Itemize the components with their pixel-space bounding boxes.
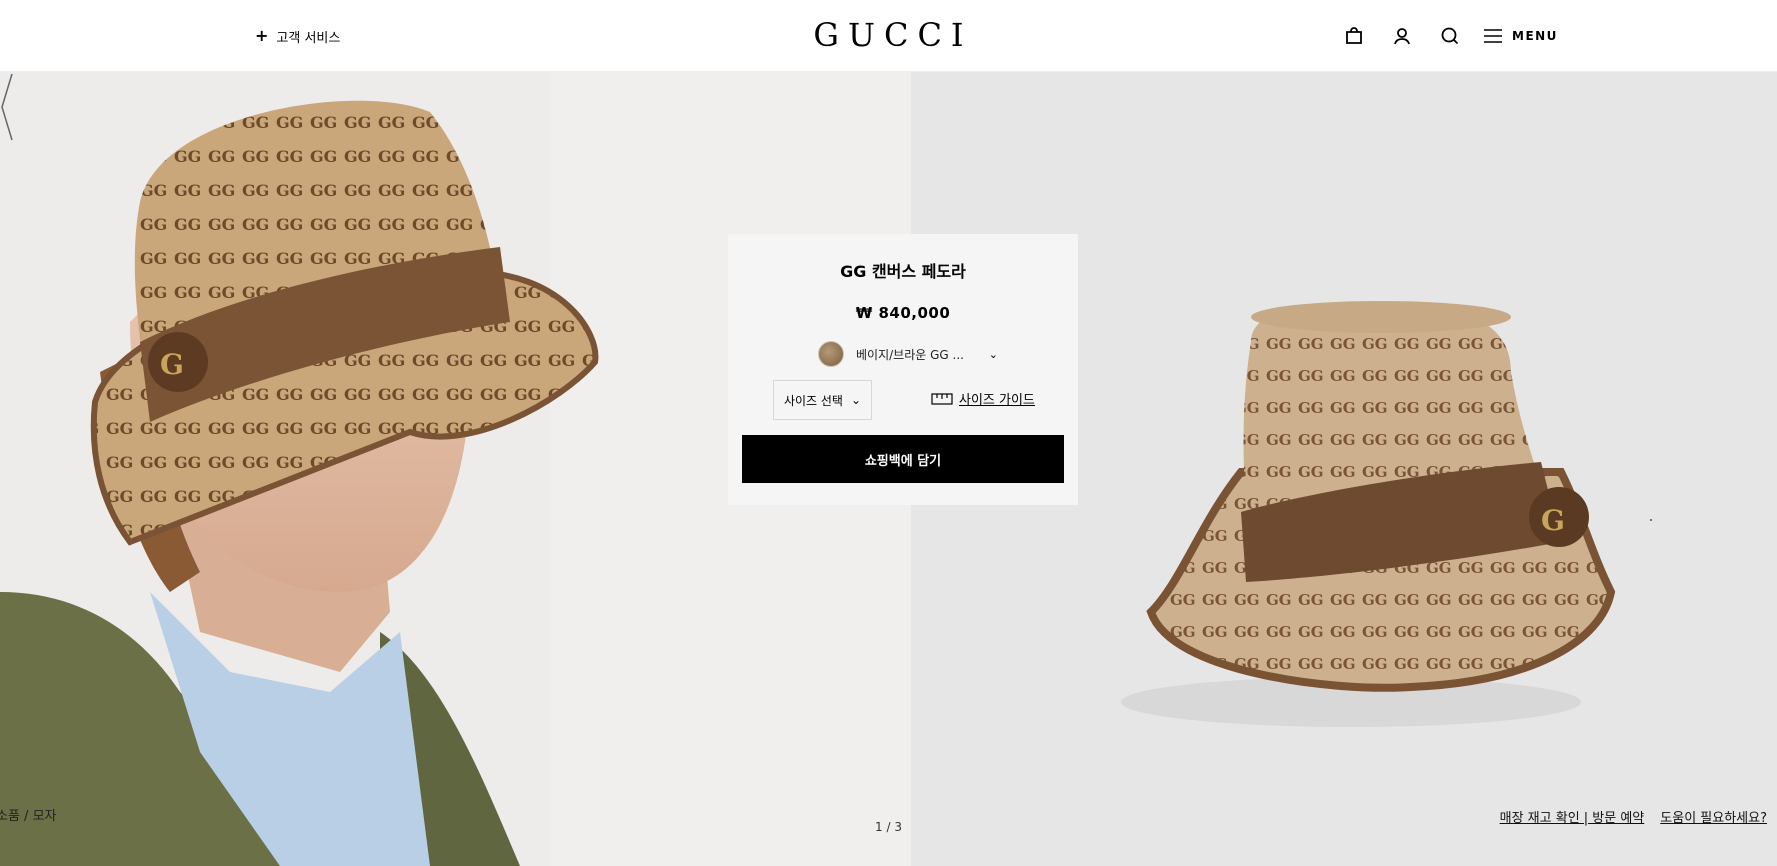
svg-text:G: G [1541, 504, 1565, 537]
chevron-down-icon: ⌄ [988, 347, 998, 361]
color-selector[interactable]: 베이지/브라운 GG ... ⌄ [818, 340, 998, 368]
product-name: GG 캔버스 페도라 [840, 262, 966, 281]
site-header: + 고객 서비스 GUCCI MENU [0, 0, 1777, 72]
ruler-icon [931, 392, 953, 405]
image-pager: 1 / 3 [875, 820, 902, 834]
svg-text:G: G [160, 348, 184, 381]
menu-button[interactable]: MENU [1484, 29, 1558, 43]
color-swatch [818, 341, 844, 367]
chevron-down-icon: ⌄ [850, 393, 862, 407]
shopping-bag-icon[interactable] [1340, 22, 1368, 50]
color-label: 베이지/브라운 GG ... [856, 347, 964, 362]
account-icon[interactable] [1388, 22, 1416, 50]
product-card: GG 캔버스 페도라 ₩ 840,000 베이지/브라운 GG ... ⌄ 사이… [728, 234, 1078, 505]
previous-arrow-icon[interactable] [0, 72, 14, 142]
size-select[interactable]: 사이즈 선택 ⌄ [773, 380, 872, 420]
add-to-bag-button[interactable]: 쇼핑백에 담기 [742, 435, 1064, 483]
product-price: ₩ 840,000 [855, 304, 951, 322]
size-select-label: 사이즈 선택 [783, 393, 843, 408]
search-icon[interactable] [1436, 22, 1464, 50]
menu-icon [1484, 29, 1502, 43]
size-guide-label: 사이즈 가이드 [959, 393, 1035, 408]
menu-label: MENU [1512, 29, 1558, 43]
size-guide-link[interactable]: 사이즈 가이드 [931, 389, 1035, 408]
header-icons: MENU [1340, 22, 1558, 50]
